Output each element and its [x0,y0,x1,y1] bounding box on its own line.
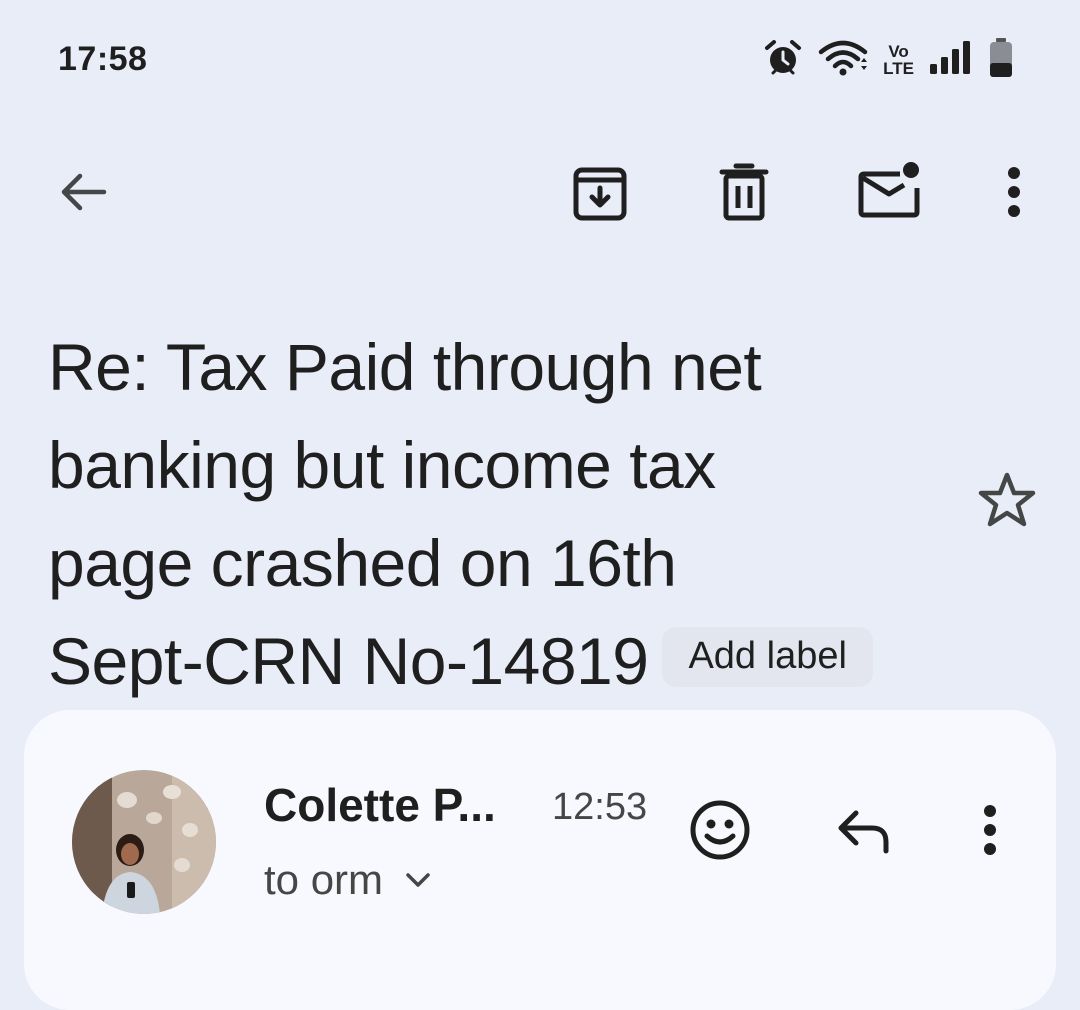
sender-avatar[interactable] [72,770,216,914]
battery-icon [988,37,1014,84]
more-vert-icon [1008,167,1020,217]
avatar-photo [72,770,216,914]
star-button[interactable] [974,468,1040,532]
subject-line-last: Sept-CRN No-14819 Add label [48,612,948,710]
recipient-toggle[interactable]: to orm [264,856,431,904]
subject-line: Sept-CRN No-14819 [48,624,649,698]
volte-bottom: LTE [883,59,914,78]
archive-icon [573,167,627,221]
signal-icon [928,38,974,83]
add-label-chip[interactable]: Add label [662,626,873,687]
status-time: 17:58 [58,40,148,78]
emoji-icon [690,800,750,860]
back-button[interactable] [52,162,112,222]
back-arrow-icon [61,173,107,211]
alarm-icon [763,38,803,83]
reply-icon [838,810,889,854]
subject-line: banking but income tax [48,428,716,502]
email-subject: Re: Tax Paid through net banking but inc… [48,318,948,710]
recipient-text: to orm [264,856,384,903]
subject-line: Re: Tax Paid through net [48,330,762,404]
sender-name: Colette P... [264,779,496,831]
more-vert-icon [984,805,996,855]
mark-unread-button[interactable] [854,158,924,222]
status-icons: Vo LTE [763,37,1014,84]
message-more-button[interactable] [970,800,1010,860]
message-time: 12:53 [552,786,648,828]
subject-line: page crashed on 16th [48,526,677,600]
volte-top: Vo [888,42,909,61]
archive-button[interactable] [568,160,632,224]
delete-icon [719,163,769,221]
add-reaction-button[interactable] [686,796,754,864]
star-outline-icon [978,472,1036,527]
more-options-button[interactable] [994,162,1034,222]
wifi-icon [817,38,869,83]
volte-icon: Vo LTE [883,43,914,77]
delete-button[interactable] [712,160,776,224]
reply-button[interactable] [832,800,896,860]
chevron-down-icon [406,873,430,887]
mark-unread-icon [858,162,920,218]
